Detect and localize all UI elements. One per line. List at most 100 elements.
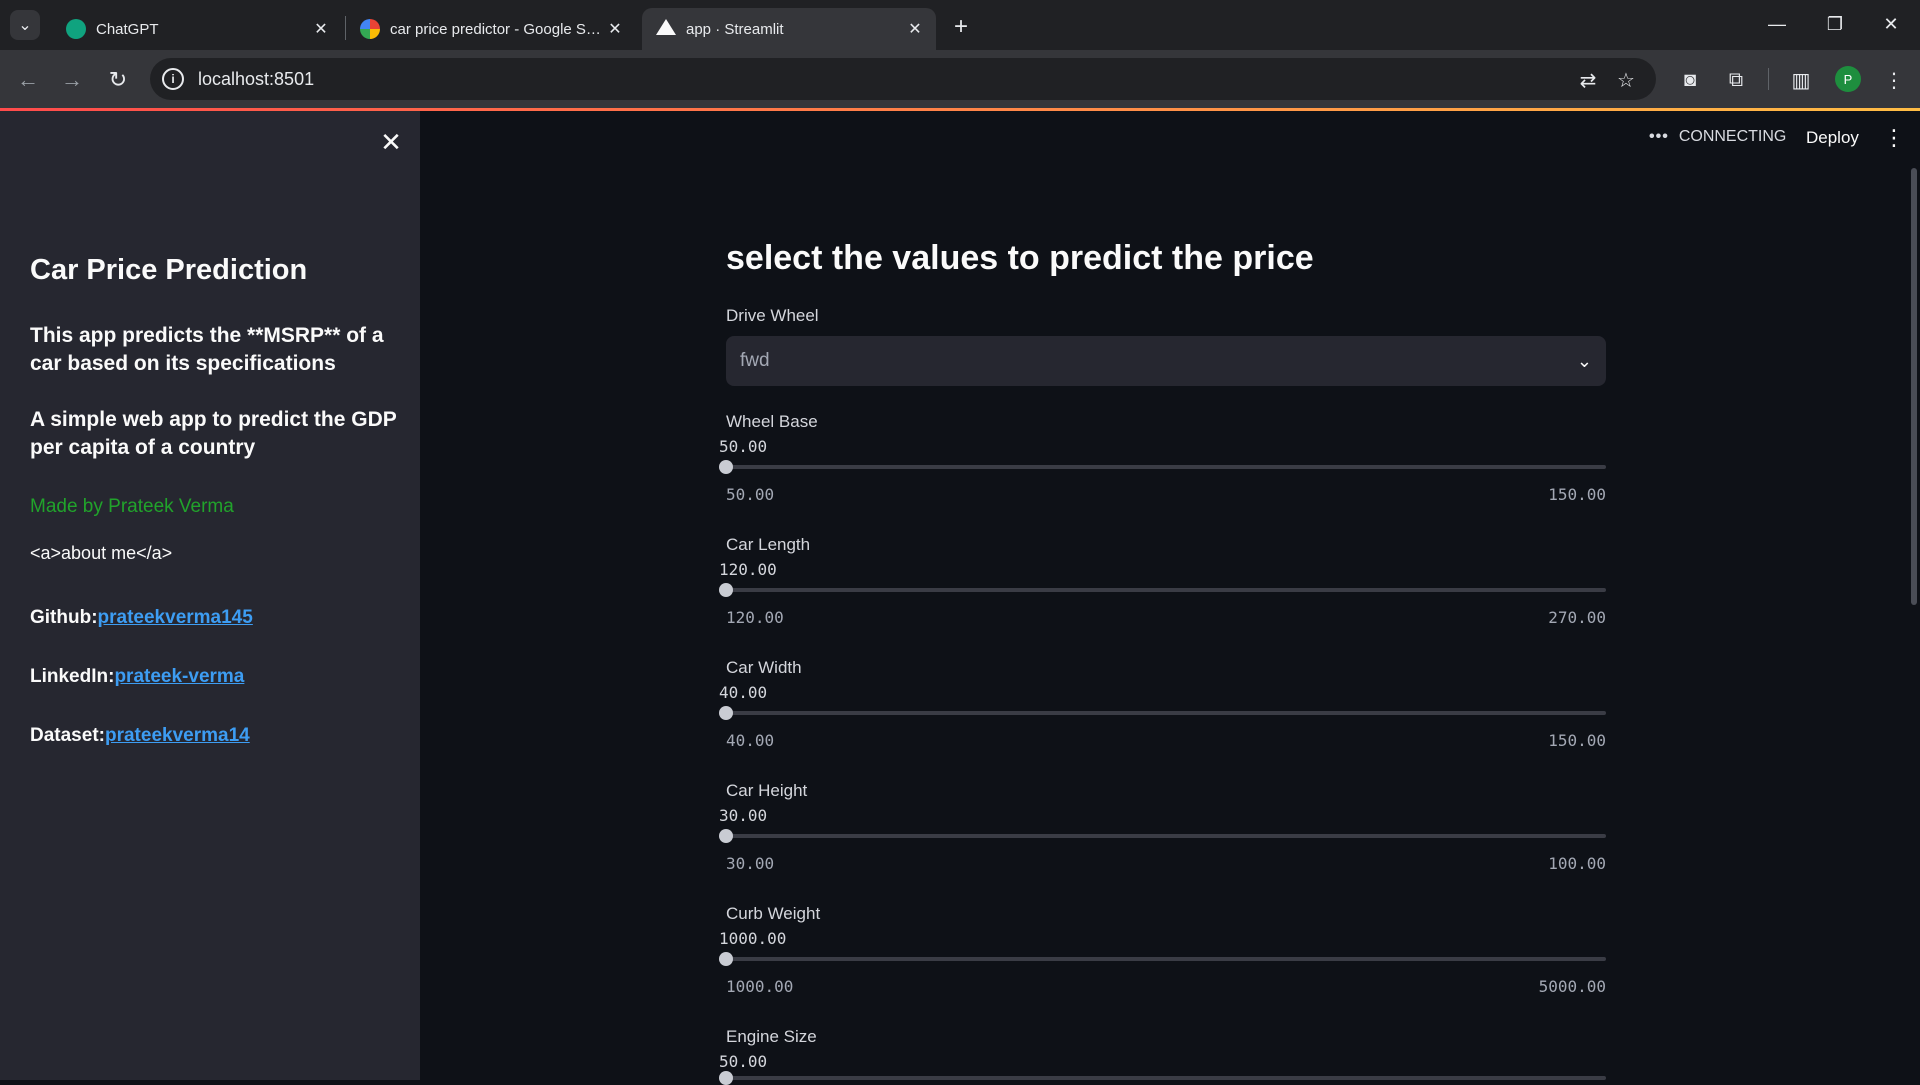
car-height-min: 30.00	[726, 854, 775, 873]
engine-size-slider[interactable]	[719, 1071, 1606, 1085]
screenshot-camera-icon[interactable]: ◙	[1674, 64, 1706, 96]
drive-wheel-label: Drive Wheel	[726, 306, 819, 325]
tab-title: ChatGPT	[96, 20, 159, 38]
tab-google-search[interactable]: car price predictor - Google Search ✕	[346, 8, 636, 50]
engine-size-label: Engine Size	[726, 1027, 817, 1046]
close-window-button[interactable]: ✕	[1862, 0, 1920, 48]
streamlit-icon	[656, 19, 676, 35]
drive-wheel-select[interactable]: fwd ⌄	[726, 336, 1606, 386]
curb-weight-slider[interactable]	[719, 952, 1606, 966]
sidebar-description: This app predicts the **MSRP** of a car …	[30, 324, 384, 375]
car-length-max: 270.00	[1548, 608, 1606, 627]
car-height-value: 30.00	[719, 806, 768, 825]
main-scrollbar[interactable]	[1911, 168, 1917, 605]
dataset-label: Dataset:	[30, 725, 105, 746]
arrow-right-icon: →	[61, 67, 83, 92]
connection-status: ••• CONNECTING	[1649, 128, 1786, 146]
linkedin-link[interactable]: prateek-verma	[114, 666, 244, 687]
restore-icon: ❐	[1826, 13, 1844, 34]
car-width-min: 40.00	[726, 731, 775, 750]
toolbar-divider	[1768, 68, 1769, 90]
dataset-link[interactable]: prateekverma14	[105, 725, 250, 746]
car-width-slider[interactable]	[719, 706, 1606, 720]
main-menu-button[interactable]: ⋮	[1880, 124, 1908, 152]
car-height-label: Car Height	[726, 781, 808, 800]
reload-icon: ↻	[108, 67, 128, 92]
car-width-value: 40.00	[719, 683, 768, 702]
forward-button[interactable]: →	[56, 64, 88, 96]
tab-title: app · Streamlit	[686, 20, 784, 38]
wheel-base-slider[interactable]	[719, 460, 1606, 474]
arrow-left-icon: ←	[17, 67, 39, 92]
bookmark-star-icon[interactable]: ☆	[1614, 68, 1638, 92]
close-icon: ✕	[1883, 13, 1899, 34]
car-width-label: Car Width	[726, 658, 802, 677]
info-icon[interactable]: i	[162, 68, 184, 90]
car-length-min: 120.00	[726, 608, 784, 627]
linkedin-row: LinkedIn:prateek-verma	[30, 666, 244, 688]
close-icon: ✕	[380, 126, 402, 157]
curb-weight-max: 5000.00	[1538, 977, 1606, 996]
sidebar-title: Car Price Prediction	[30, 254, 308, 286]
google-icon	[360, 19, 380, 39]
sidebar-close-button[interactable]: ✕	[378, 126, 404, 157]
sidebar-subtitle: A simple web app to predict the GDP per …	[30, 408, 397, 459]
wheel-base-max: 150.00	[1548, 485, 1606, 504]
github-link[interactable]: prateekverma145	[98, 607, 253, 628]
minimize-icon: —	[1768, 13, 1786, 34]
github-row: Github:prateekverma145	[30, 607, 253, 629]
extensions-puzzle-icon[interactable]: ⧉	[1720, 64, 1752, 96]
profile-avatar[interactable]: P	[1835, 66, 1861, 92]
chatgpt-icon	[66, 19, 86, 39]
car-width-max: 150.00	[1548, 731, 1606, 750]
chrome-menu-icon[interactable]: ⋮	[1878, 64, 1910, 96]
plus-icon: +	[953, 13, 968, 40]
browser-toolbar: ← → ↻ i localhost:8501 ⇄ ☆ ◙ ⧉ ▥ ⋮	[0, 50, 1920, 108]
reload-button[interactable]: ↻	[102, 64, 134, 96]
minimize-button[interactable]: —	[1748, 0, 1806, 48]
tab-chatgpt[interactable]: ChatGPT ✕	[52, 8, 342, 50]
slider-thumb[interactable]	[719, 460, 733, 474]
curb-weight-label: Curb Weight	[726, 904, 821, 923]
about-me-text: <a>about me</a>	[30, 543, 173, 563]
main-title: select the values to predict the price	[726, 239, 1314, 277]
kebab-menu-icon: ⋮	[1883, 125, 1905, 150]
car-height-max: 100.00	[1548, 854, 1606, 873]
close-icon[interactable]: ✕	[606, 20, 624, 38]
wheel-base-min: 50.00	[726, 485, 775, 504]
slider-thumb[interactable]	[719, 1071, 733, 1085]
wheel-base-label: Wheel Base	[726, 412, 818, 431]
dataset-row: Dataset:prateekverma14	[30, 725, 250, 747]
car-length-label: Car Length	[726, 535, 811, 554]
side-panel-icon[interactable]: ▥	[1785, 64, 1817, 96]
curb-weight-min: 1000.00	[726, 977, 794, 996]
close-icon[interactable]: ✕	[312, 20, 330, 38]
new-tab-button[interactable]: +	[946, 12, 976, 42]
chevron-down-icon: ⌄	[1576, 350, 1592, 371]
wheel-base-value: 50.00	[719, 437, 768, 456]
address-bar[interactable]: i localhost:8501 ⇄ ☆	[150, 58, 1656, 100]
back-button[interactable]: ←	[12, 64, 44, 96]
restore-button[interactable]: ❐	[1806, 0, 1864, 48]
linkedin-label: LinkedIn:	[30, 666, 115, 687]
car-height-slider[interactable]	[719, 829, 1606, 843]
url-text[interactable]: localhost:8501	[198, 69, 314, 90]
tab-search-button[interactable]: ⌄	[10, 10, 40, 40]
tab-title: car price predictor - Google Search	[390, 20, 606, 38]
slider-thumb[interactable]	[719, 706, 733, 720]
tab-streamlit-app[interactable]: app · Streamlit ✕	[642, 8, 936, 50]
engine-size-value: 50.00	[719, 1052, 768, 1071]
ellipsis-icon: •••	[1649, 128, 1669, 145]
close-icon[interactable]: ✕	[906, 20, 924, 38]
browser-tab-bar: ⌄ ChatGPT ✕ car price predictor - Google…	[0, 0, 1920, 50]
made-by-text: Made by Prateek Verma	[30, 496, 234, 517]
car-length-slider[interactable]	[719, 583, 1606, 597]
status-text: CONNECTING	[1678, 128, 1787, 145]
github-label: Github:	[30, 607, 98, 628]
curb-weight-value: 1000.00	[719, 929, 787, 948]
slider-thumb[interactable]	[719, 829, 733, 843]
deploy-button[interactable]: Deploy	[1794, 122, 1871, 154]
slider-thumb[interactable]	[719, 952, 733, 966]
translate-icon[interactable]: ⇄	[1576, 68, 1600, 92]
slider-thumb[interactable]	[719, 583, 733, 597]
